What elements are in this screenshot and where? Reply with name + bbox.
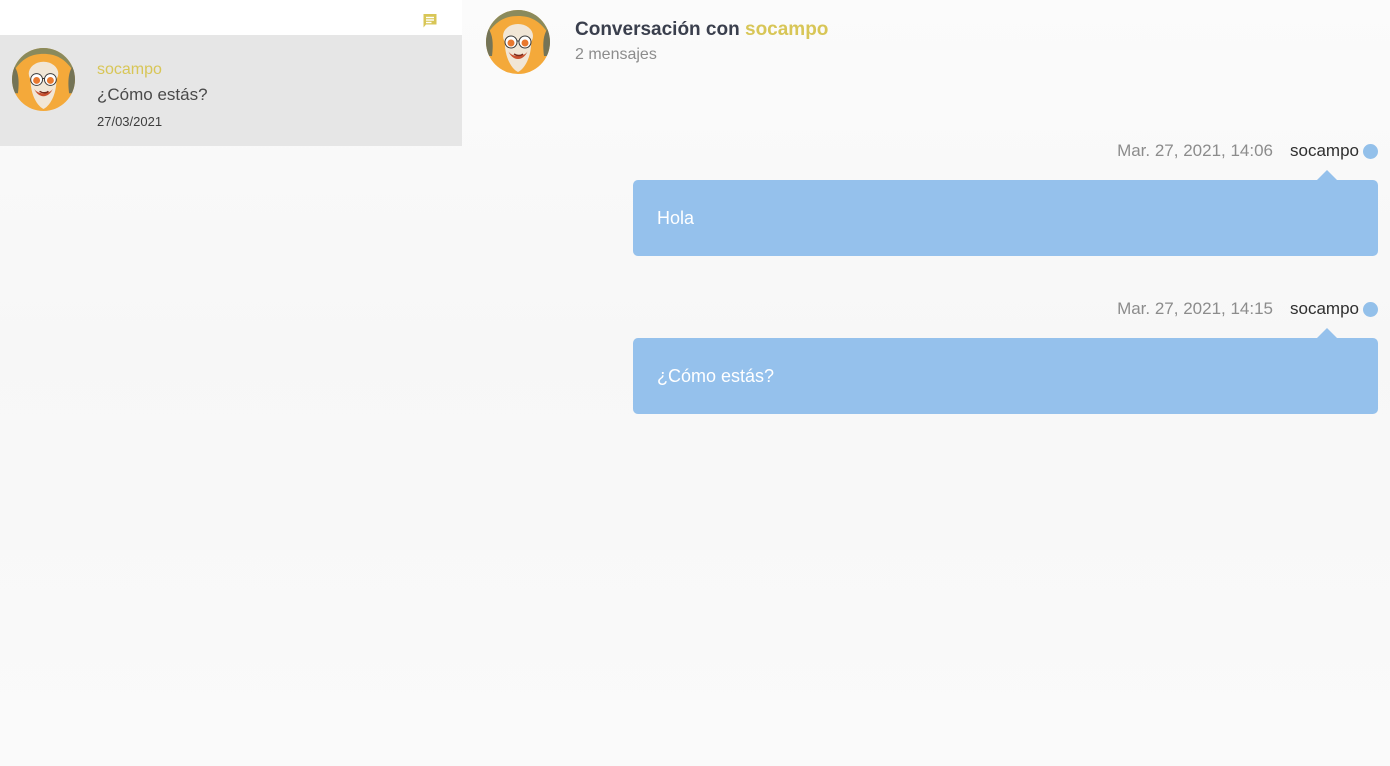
avatar bbox=[12, 48, 75, 111]
message-text: ¿Cómo estás? bbox=[657, 366, 775, 386]
conversation-last-message: ¿Cómo estás? bbox=[97, 85, 208, 104]
message-time: Mar. 27, 2021, 14:15 bbox=[1117, 299, 1274, 318]
conversation-list-item[interactable]: socampo ¿Cómo estás? 27/03/2021 bbox=[0, 35, 462, 146]
online-dot-icon bbox=[1363, 301, 1378, 317]
message-author: socampo bbox=[1290, 299, 1359, 318]
avatar bbox=[486, 10, 550, 74]
online-dot-icon bbox=[1363, 143, 1378, 159]
message-meta: Mar. 27, 2021, 14:06 socampo bbox=[1117, 140, 1378, 162]
message-bubble: ¿Cómo estás? bbox=[633, 328, 1378, 414]
title-prefix: Conversación con bbox=[575, 19, 740, 40]
conversation-title: Conversación con socampo bbox=[575, 19, 828, 41]
message-text: Hola bbox=[657, 208, 695, 228]
sidebar-toolbar bbox=[0, 0, 462, 35]
message-count: 2 mensajes bbox=[575, 46, 657, 63]
conversation-sidebar: socampo ¿Cómo estás? 27/03/2021 bbox=[0, 0, 462, 146]
message-author: socampo bbox=[1290, 141, 1359, 160]
message-bubble: Hola bbox=[633, 170, 1378, 256]
conversation-partner-name[interactable]: socampo bbox=[745, 19, 828, 40]
message-icon[interactable] bbox=[422, 13, 438, 29]
message-meta: Mar. 27, 2021, 14:15 socampo bbox=[1117, 298, 1378, 320]
conversation-date: 27/03/2021 bbox=[97, 114, 163, 129]
conversation-user-name: socampo bbox=[97, 61, 162, 78]
message-time: Mar. 27, 2021, 14:06 bbox=[1117, 141, 1274, 160]
